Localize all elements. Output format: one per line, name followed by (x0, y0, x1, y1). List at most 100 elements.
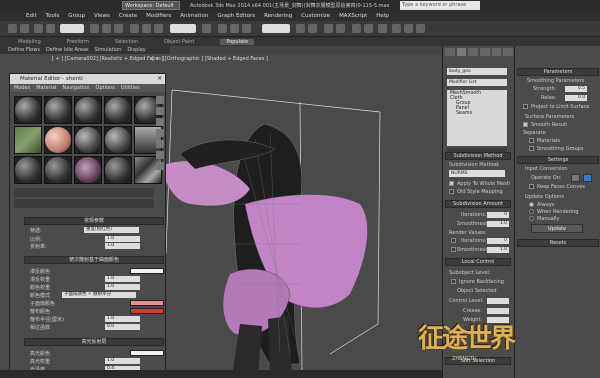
schematic-icon[interactable] (364, 24, 373, 33)
tab-populate[interactable]: Populate (220, 38, 255, 45)
menu-group[interactable]: Group (68, 13, 85, 19)
reference-coord-dropdown[interactable] (170, 24, 196, 33)
define-idle-areas-button[interactable]: Define Idle Areas (46, 47, 89, 53)
sample-slot[interactable] (44, 96, 72, 124)
hierarchy-tab-icon[interactable] (468, 48, 479, 56)
smoothness-spinner[interactable]: 1.0 (487, 221, 509, 227)
undo-icon[interactable] (8, 24, 17, 33)
sample-slot[interactable] (74, 156, 102, 184)
viewport-label-camera[interactable]: [ + ] [Camera002] [Realistic + Edged Fac… (52, 56, 165, 62)
pivot-icon[interactable] (202, 24, 211, 33)
tab-modeling[interactable]: Modeling (18, 39, 41, 45)
menu-create[interactable]: Create (119, 13, 137, 19)
subdivision-method-rollout[interactable]: Subdivision Method (445, 152, 511, 160)
object-name-field[interactable]: body_geo (447, 68, 507, 75)
apply-whole-mesh-checkbox[interactable] (449, 181, 454, 186)
sample-slot[interactable] (134, 156, 162, 184)
snap-icon[interactable] (218, 24, 227, 33)
make-preview-icon[interactable] (156, 151, 164, 159)
scale-icon[interactable] (154, 24, 163, 33)
menu-utilities[interactable]: Utilities (121, 85, 140, 91)
sample-slot[interactable] (74, 96, 102, 124)
sample-slot[interactable] (14, 96, 42, 124)
redo-icon[interactable] (20, 24, 29, 33)
rollout-specular[interactable]: 高光反射层 (24, 338, 164, 346)
selection-filter-dropdown[interactable] (60, 24, 84, 33)
select-icon[interactable] (90, 24, 99, 33)
create-tab-icon[interactable] (445, 48, 455, 56)
scatter-radius-field[interactable]: 1.0 (105, 316, 140, 322)
stack-item[interactable]: Seams (450, 111, 504, 116)
workspace-dropdown[interactable]: Workspace: Default (122, 1, 180, 10)
sample-slot[interactable] (104, 96, 132, 124)
local-control-rollout[interactable]: Local Control (445, 258, 511, 266)
named-selection-dropdown[interactable] (262, 24, 290, 33)
sample-slot[interactable] (104, 126, 132, 154)
sample-slot[interactable] (104, 156, 132, 184)
always-radio[interactable] (529, 202, 534, 207)
operate-polygons-icon[interactable] (583, 174, 592, 182)
sample-slot[interactable] (44, 126, 72, 154)
smoothing-groups-checkbox[interactable] (529, 146, 534, 151)
iterations-spinner[interactable]: 0 (487, 212, 509, 218)
color-mode-dropdown[interactable]: 子面扇颜色 + 散射率分 (62, 292, 136, 298)
material-editor-window[interactable]: Material Editor - shenti ✕ Modes Materia… (9, 73, 166, 378)
graphite-icon[interactable] (336, 24, 345, 33)
scale-field[interactable]: 1.0 (105, 236, 140, 242)
menu-edit[interactable]: Edit (26, 13, 37, 19)
smooth-result-checkbox[interactable] (523, 122, 528, 127)
resets-rollout[interactable]: Resets (517, 239, 599, 247)
menu-views[interactable]: Views (94, 13, 110, 19)
tab-selection[interactable]: Selection (115, 39, 138, 45)
motion-tab-icon[interactable] (480, 48, 490, 56)
material-editor-icon[interactable] (378, 24, 387, 33)
tab-freeform[interactable]: Freeform (67, 39, 89, 45)
sample-slot[interactable] (14, 126, 42, 154)
spec-weight-field[interactable]: 1.0 (105, 358, 140, 364)
render-icon[interactable] (416, 24, 425, 33)
crease-spinner[interactable] (487, 308, 509, 314)
display-tab-icon[interactable] (491, 48, 502, 56)
align-icon[interactable] (308, 24, 317, 33)
options-icon[interactable] (156, 162, 164, 170)
old-style-checkbox[interactable] (449, 189, 454, 194)
background-icon[interactable] (156, 118, 164, 126)
simulation-button[interactable]: Simulation (95, 47, 122, 53)
sample-slot[interactable] (74, 126, 102, 154)
menu-navigation[interactable]: Navigation (63, 85, 90, 91)
parameters-rollout[interactable]: Parameters (517, 68, 599, 76)
uv-tiling-icon[interactable] (156, 129, 164, 137)
relax-spinner[interactable]: 0.0 (565, 95, 587, 101)
project-limit-checkbox[interactable] (523, 104, 528, 109)
ignore-backfacing-checkbox[interactable] (451, 279, 456, 284)
angle-snap-icon[interactable] (230, 24, 239, 33)
viewport-label-ortho[interactable]: [ + ] [Orthographic ] [Shaded + Edged Fa… (152, 56, 268, 62)
tab-object-paint[interactable]: Object Paint (164, 39, 194, 45)
menu-options[interactable]: Options (96, 85, 115, 91)
subdivision-amount-rollout[interactable]: Subdivision Amount (445, 200, 511, 208)
rect-select-icon[interactable] (114, 24, 123, 33)
percent-snap-icon[interactable] (242, 24, 251, 33)
render-smoothness-spinner[interactable]: 1.0 (487, 247, 509, 253)
link-icon[interactable] (34, 24, 43, 33)
subsurface-color-swatch[interactable] (130, 300, 164, 306)
rotate-icon[interactable] (142, 24, 151, 33)
unlink-icon[interactable] (46, 24, 55, 33)
render-iterations-checkbox[interactable] (451, 238, 456, 243)
color-weight-field[interactable]: 1.0 (105, 284, 140, 290)
operate-faces-icon[interactable] (571, 174, 580, 182)
update-button[interactable]: Update (531, 224, 583, 233)
keep-faces-convex-checkbox[interactable] (529, 184, 534, 189)
render-smoothness-checkbox[interactable] (451, 247, 456, 252)
menu-modifiers[interactable]: Modifiers (146, 13, 171, 19)
rollout-scatter[interactable]: 使次散射基于曲面颜色 (24, 256, 164, 264)
menu-help[interactable]: Help (376, 13, 389, 19)
display-button[interactable]: Display (127, 47, 145, 53)
close-icon[interactable]: ✕ (157, 74, 162, 84)
control-level-spinner[interactable] (487, 298, 509, 304)
mirror-icon[interactable] (296, 24, 305, 33)
menu-maxscript[interactable]: MAXScript (339, 13, 367, 19)
menu-customize[interactable]: Customize (301, 13, 330, 19)
video-check-icon[interactable] (156, 140, 164, 148)
manually-radio[interactable] (529, 216, 534, 221)
